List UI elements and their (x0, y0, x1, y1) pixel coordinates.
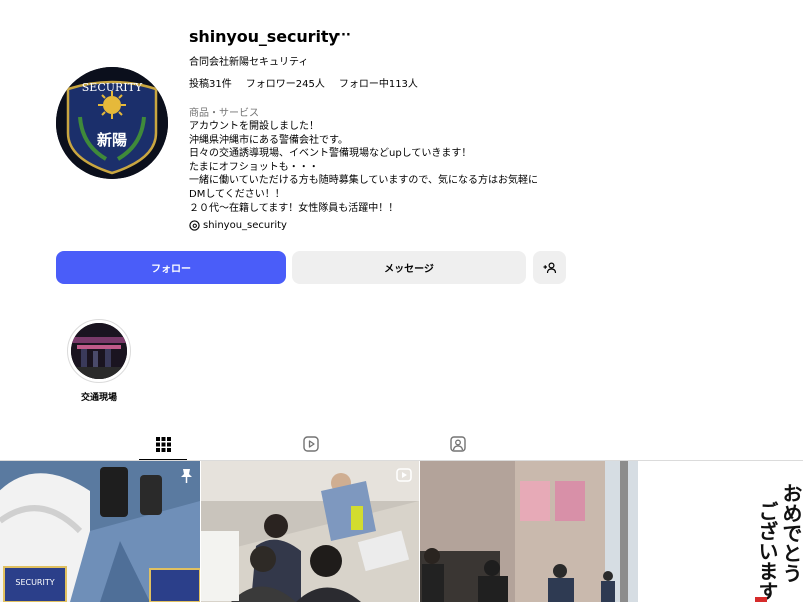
profile-stats: 投稿31件 フォロワー245人 フォロー中113人 (189, 75, 418, 90)
bio-line: たまにオフショットも・・・ (189, 161, 319, 173)
post-badge-text: SECURITY (15, 578, 54, 587)
highlight-label[interactable]: 交通現場 (63, 390, 135, 403)
bio-line: 日々の交通誘導現場、イベント警備現場などupしていきます！ (189, 148, 472, 160)
grid-icon (155, 436, 171, 452)
calligraphy-line-1: おめでとう (779, 483, 803, 583)
avatar-company-text: 新陽 (97, 131, 127, 149)
post-thumbnail[interactable]: SECURITY (0, 461, 200, 602)
active-tab-indicator (139, 459, 187, 460)
tab-reels[interactable] (297, 432, 325, 456)
post-thumbnail[interactable] (420, 461, 638, 602)
threads-handle[interactable]: shinyou_security (203, 220, 287, 231)
profile-avatar[interactable]: SECURITY 新陽 (56, 67, 168, 179)
profile-full-name: 合同会社新陽セキュリティ (189, 57, 309, 68)
more-options-icon[interactable]: ··· (336, 28, 351, 43)
bio-line: 一緒に働いていただける方も随時募集していますので、気になる方はお気軽に (189, 175, 538, 187)
story-highlight[interactable] (67, 319, 131, 383)
tagged-icon (450, 436, 466, 452)
bio-line: ２０代〜在籍してます！女性隊員も活躍中！！ (189, 202, 399, 214)
profile-category: 商品・サービス (189, 108, 259, 119)
following-count[interactable]: フォロー中113人 (339, 75, 418, 90)
bio-line: DMしてください！！ (189, 188, 285, 200)
suggest-users-button[interactable] (533, 251, 566, 284)
person-add-icon (543, 261, 556, 273)
profile-username: shinyou_security (189, 27, 339, 46)
message-button[interactable]: メッセージ (292, 251, 526, 284)
reels-icon (303, 436, 319, 452)
posts-count: 投稿31件 (189, 79, 232, 90)
followers-count[interactable]: フォロワー245人 (246, 75, 325, 90)
profile-bio: アカウントを開設しました！ 沖縄県沖縄市にある警備会社です。 日々の交通誘導現場… (189, 120, 589, 215)
highlight-cover (71, 323, 127, 379)
bio-line: 沖縄県沖縄市にある警備会社です。 (189, 134, 348, 146)
threads-link[interactable]: shinyou_security (189, 220, 287, 231)
threads-icon (189, 220, 200, 231)
bio-line: アカウントを開設しました！ (189, 121, 319, 132)
calligraphy-line-2: ございます (755, 501, 779, 601)
post-thumbnail[interactable] (201, 461, 419, 602)
tab-tagged[interactable] (444, 432, 472, 456)
avatar-security-text: SECURITY (82, 81, 143, 94)
follow-button[interactable]: フォロー (56, 251, 286, 284)
post-thumbnail[interactable]: おめでとう ございます (639, 461, 803, 602)
tab-posts[interactable] (149, 432, 177, 456)
